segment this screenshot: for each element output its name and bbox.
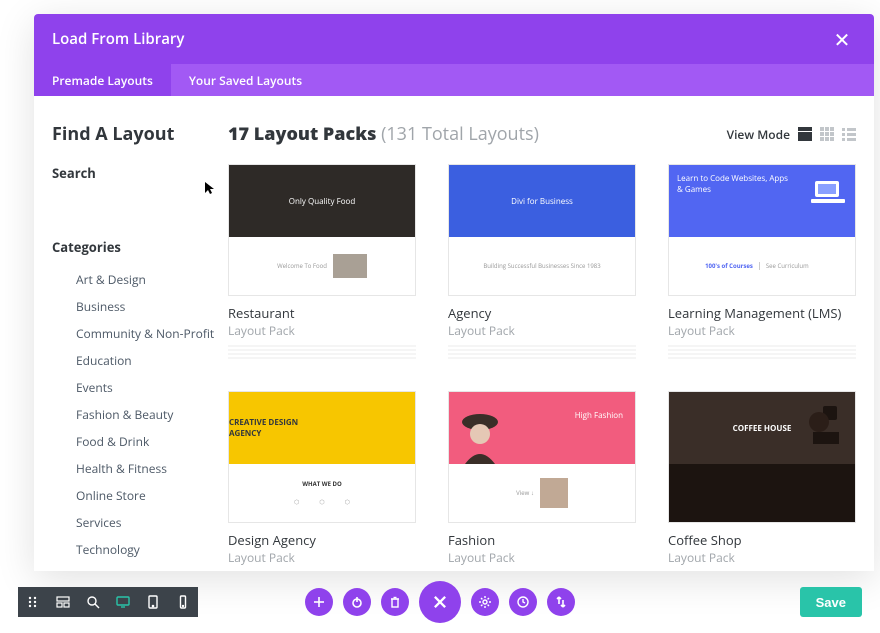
view-list-icon[interactable]	[842, 127, 856, 141]
sidebar: Find A Layout Search Categories Art & De…	[52, 122, 228, 553]
dock-drag-icon[interactable]	[18, 587, 48, 617]
category-item[interactable]: Fashion & Beauty	[76, 401, 220, 428]
tab-premade-layouts[interactable]: Premade Layouts	[34, 64, 171, 96]
view-card-icon[interactable]	[798, 127, 812, 141]
person-icon	[455, 404, 505, 464]
layout-card[interactable]: Only Quality Food Welcome To Food Restau…	[228, 164, 416, 359]
card-subtitle: Layout Pack	[228, 322, 416, 339]
layout-card[interactable]: CREATIVE DESIGN AGENCY WHAT WE DO⬡⬡⬡ Des…	[228, 391, 416, 571]
category-item[interactable]: Services	[76, 509, 220, 536]
wireframe-icon[interactable]	[48, 587, 78, 617]
sidebar-title: Find A Layout	[52, 122, 220, 146]
modal-tabs: Premade Layouts Your Saved Layouts	[34, 64, 874, 96]
zoom-icon[interactable]	[78, 587, 108, 617]
layout-card[interactable]: COFFEE HOUSE Coffee Shop Layout Pack	[668, 391, 856, 571]
trash-button[interactable]	[381, 588, 409, 616]
tab-your-saved-layouts[interactable]: Your Saved Layouts	[171, 64, 320, 96]
desktop-icon[interactable]	[108, 587, 138, 617]
category-item[interactable]: Art & Design	[76, 266, 220, 293]
layout-thumbnail: CREATIVE DESIGN AGENCY WHAT WE DO⬡⬡⬡	[228, 391, 416, 523]
card-subtitle: Layout Pack	[448, 322, 636, 339]
library-modal: Load From Library ✕ Premade Layouts Your…	[34, 14, 874, 571]
card-title: Coffee Shop	[668, 531, 856, 549]
card-title: Fashion	[448, 531, 636, 549]
card-title: Restaurant	[228, 304, 416, 322]
layout-card[interactable]: Divi for Business Building Successful Bu…	[448, 164, 636, 359]
laptop-icon	[809, 179, 847, 207]
builder-footer: Save	[0, 571, 880, 633]
search-label[interactable]: Search	[52, 164, 220, 182]
phone-icon[interactable]	[168, 587, 198, 617]
view-mode-label: View Mode	[727, 126, 790, 143]
power-button[interactable]	[343, 588, 371, 616]
layout-thumbnail: High Fashion View ↓	[448, 391, 636, 523]
tablet-icon[interactable]	[138, 587, 168, 617]
content-heading: 17 Layout Packs (131 Total Layouts)	[228, 122, 539, 146]
category-list: Art & Design Business Community & Non-Pr…	[76, 266, 220, 563]
card-title: Design Agency	[228, 531, 416, 549]
portability-button[interactable]	[547, 588, 575, 616]
categories-label: Categories	[52, 238, 220, 256]
layout-grid: Only Quality Food Welcome To Food Restau…	[228, 164, 856, 571]
add-button[interactable]	[305, 588, 333, 616]
category-item[interactable]: Events	[76, 374, 220, 401]
history-button[interactable]	[509, 588, 537, 616]
view-mode: View Mode	[727, 126, 856, 143]
layout-card[interactable]: Learn to Code Websites, Apps & Games 100…	[668, 164, 856, 359]
content: 17 Layout Packs (131 Total Layouts) View…	[228, 122, 856, 553]
layout-thumbnail: Divi for Business Building Successful Bu…	[448, 164, 636, 296]
close-toolbar-button[interactable]	[419, 581, 461, 623]
card-subtitle: Layout Pack	[228, 549, 416, 566]
action-buttons	[305, 581, 575, 623]
category-item[interactable]: Business	[76, 293, 220, 320]
device-dock	[18, 587, 198, 617]
settings-button[interactable]	[471, 588, 499, 616]
thumb-bottom: Welcome To Food	[229, 237, 415, 295]
card-subtitle: Layout Pack	[668, 322, 856, 339]
category-item[interactable]: Online Store	[76, 482, 220, 509]
layout-thumbnail: Only Quality Food Welcome To Food	[228, 164, 416, 296]
card-subtitle: Layout Pack	[668, 549, 856, 566]
layout-card[interactable]: High Fashion View ↓ Fashion Layout Pack	[448, 391, 636, 571]
category-item[interactable]: Technology	[76, 536, 220, 563]
grinder-icon	[803, 402, 851, 450]
category-item[interactable]: Community & Non-Profit	[76, 320, 220, 347]
content-header: 17 Layout Packs (131 Total Layouts) View…	[228, 122, 856, 146]
category-item[interactable]: Health & Fitness	[76, 455, 220, 482]
modal-title: Load From Library	[52, 29, 184, 49]
modal-header: Load From Library ✕	[34, 14, 874, 64]
category-item[interactable]: Education	[76, 347, 220, 374]
close-button[interactable]: ✕	[828, 25, 856, 53]
modal-body[interactable]: Find A Layout Search Categories Art & De…	[34, 96, 874, 571]
view-grid-icon[interactable]	[820, 127, 834, 141]
card-title: Learning Management (LMS)	[668, 304, 856, 322]
category-item[interactable]: Food & Drink	[76, 428, 220, 455]
layout-thumbnail: Learn to Code Websites, Apps & Games 100…	[668, 164, 856, 296]
layout-thumbnail: COFFEE HOUSE	[668, 391, 856, 523]
save-button[interactable]: Save	[800, 587, 862, 617]
card-title: Agency	[448, 304, 636, 322]
card-subtitle: Layout Pack	[448, 549, 636, 566]
